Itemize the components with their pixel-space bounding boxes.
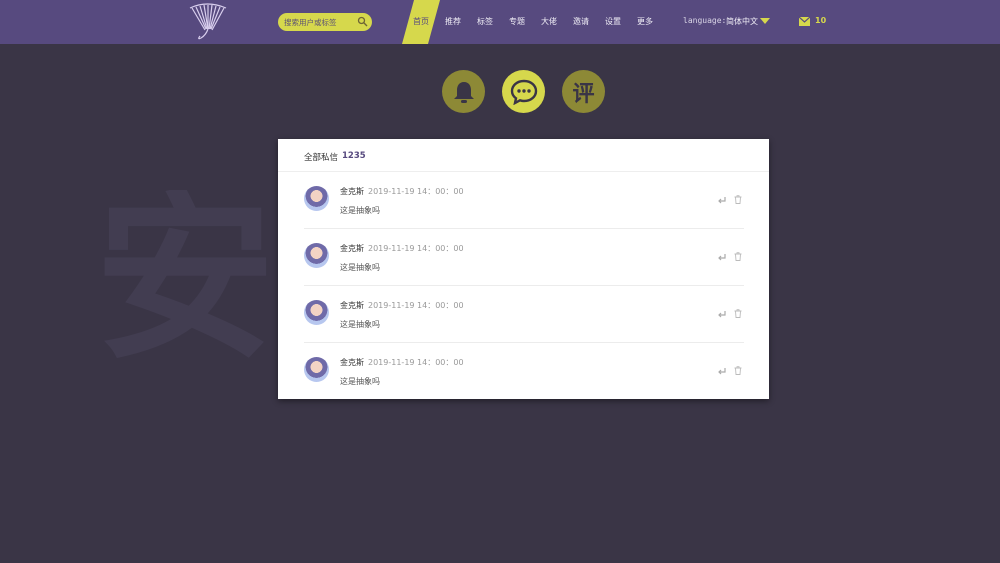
- message-content: 这是抽象吗: [340, 263, 380, 272]
- search-input[interactable]: [284, 15, 354, 29]
- search-box[interactable]: [278, 13, 372, 31]
- bell-icon: [453, 81, 474, 103]
- message-time: 2019-11-19 14：00：00: [368, 187, 464, 196]
- private-message-card: 全部私信 1235 金克斯 2019-11-19 14：00：00 这是抽象吗 …: [278, 139, 769, 399]
- sender-name[interactable]: 金克斯: [340, 357, 364, 368]
- message-time: 2019-11-19 14：00：00: [368, 244, 464, 253]
- tab-messages[interactable]: [502, 70, 545, 113]
- message-time: 2019-11-19 14：00：00: [368, 358, 464, 367]
- ginkgo-logo-icon[interactable]: [184, 2, 230, 42]
- message-content: 这是抽象吗: [340, 377, 380, 386]
- avatar[interactable]: [304, 186, 329, 211]
- message-time: 2019-11-19 14：00：00: [368, 301, 464, 310]
- reply-icon[interactable]: [717, 196, 726, 204]
- chevron-down-icon[interactable]: [760, 18, 770, 24]
- message-item[interactable]: 金克斯 2019-11-19 14：00：00 这是抽象吗: [304, 286, 744, 343]
- card-header: 全部私信 1235: [278, 139, 769, 172]
- language-label: language:: [683, 16, 727, 25]
- reply-icon[interactable]: [717, 367, 726, 375]
- trash-icon[interactable]: [734, 252, 742, 261]
- nav-invite[interactable]: 邀请: [573, 16, 589, 27]
- nav-recommend[interactable]: 推荐: [445, 16, 461, 27]
- nav-more[interactable]: 更多: [637, 16, 653, 27]
- card-title: 全部私信: [304, 153, 339, 163]
- nav-topics[interactable]: 专题: [509, 16, 525, 27]
- mail-icon[interactable]: [799, 17, 810, 26]
- trash-icon[interactable]: [734, 309, 742, 318]
- mail-count-badge[interactable]: 10: [815, 16, 826, 25]
- tab-comments[interactable]: 评: [562, 70, 605, 113]
- message-item[interactable]: 金克斯 2019-11-19 14：00：00 这是抽象吗: [304, 343, 744, 400]
- nav-experts[interactable]: 大佬: [541, 16, 557, 27]
- comment-char-icon: 评: [572, 81, 595, 107]
- nav-tags[interactable]: 标签: [477, 16, 493, 27]
- avatar[interactable]: [304, 300, 329, 325]
- message-content: 这是抽象吗: [340, 320, 380, 329]
- message-item[interactable]: 金克斯 2019-11-19 14：00：00 这是抽象吗: [304, 229, 744, 286]
- language-selector[interactable]: 简体中文: [726, 16, 758, 27]
- search-icon[interactable]: [357, 16, 368, 27]
- nav-settings[interactable]: 设置: [605, 16, 621, 27]
- sender-name[interactable]: 金克斯: [340, 300, 364, 311]
- sender-name[interactable]: 金克斯: [340, 186, 364, 197]
- tab-notifications[interactable]: [442, 70, 485, 113]
- reply-icon[interactable]: [717, 310, 726, 318]
- avatar[interactable]: [304, 357, 329, 382]
- message-count: 1235: [342, 151, 366, 161]
- trash-icon[interactable]: [734, 366, 742, 375]
- top-navigation-bar: 首页 推荐 标签 专题 大佬 邀请 设置 更多 language: 简体中文 1…: [0, 0, 1000, 44]
- nav-home[interactable]: 首页: [413, 16, 429, 27]
- reply-icon[interactable]: [717, 253, 726, 261]
- sender-name[interactable]: 金克斯: [340, 243, 364, 254]
- trash-icon[interactable]: [734, 195, 742, 204]
- avatar[interactable]: [304, 243, 329, 268]
- message-item[interactable]: 金克斯 2019-11-19 14：00：00 这是抽象吗: [304, 172, 744, 229]
- chat-bubble-icon: [510, 79, 537, 105]
- message-content: 这是抽象吗: [340, 206, 380, 215]
